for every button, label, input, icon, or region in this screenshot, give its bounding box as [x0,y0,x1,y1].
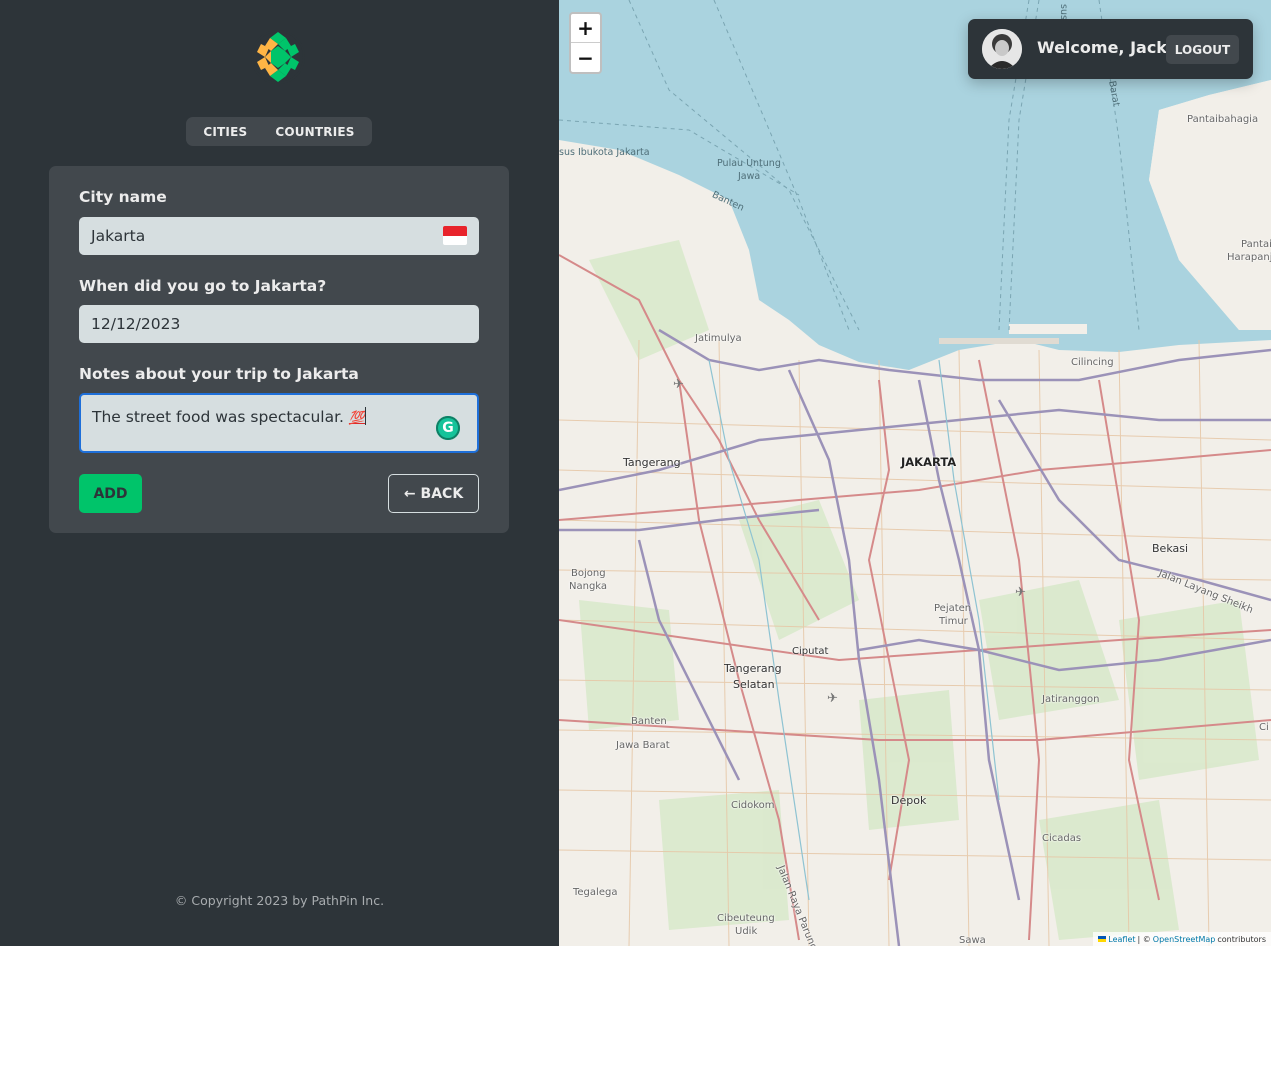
place-banten: Banten [631,716,667,727]
date-label: When did you go to Jakarta? [79,277,327,295]
back-button[interactable]: ← BACK [388,474,479,513]
place-cilincing: Cilincing [1071,357,1114,368]
text-caret [365,407,367,425]
grammarly-icon[interactable]: G [436,416,460,440]
welcome-text: Welcome, Jack [1037,38,1167,57]
attribution-separator: | © [1137,934,1151,944]
map-container[interactable]: ✈ ✈ ✈ JAKARTA Tangerang Bekasi Depok Cip… [559,0,1271,946]
back-button-label: BACK [420,485,464,502]
app-root: CITIES COUNTRIES City name Jakarta When … [0,0,1271,946]
pathpin-logo[interactable] [251,30,305,84]
avatar [982,29,1022,69]
notes-value: The street food was spectacular. [92,408,349,426]
date-input[interactable]: 12/12/2023 [79,305,479,343]
place-jakarta: JAKARTA [901,455,957,469]
place-cibeuteung-2: Udik [735,926,758,937]
place-bojong-1: Bojong [571,568,606,579]
place-pulau-untung-1: Pulau Untung [717,158,781,169]
place-bekasi: Bekasi [1152,542,1189,555]
sidebar: CITIES COUNTRIES City name Jakarta When … [0,0,559,946]
copyright-text: © Copyright 2023 by PathPin Inc. [174,893,385,908]
zoom-in-button[interactable]: + [571,14,600,43]
logout-button[interactable]: LOGOUT [1166,35,1239,64]
place-jatiranggon: Jatiranggon [1042,694,1100,705]
place-bojong-2: Nangka [569,581,608,592]
place-ci: Ci [1259,722,1269,733]
place-pantai-harapan-2: Harapanj [1227,252,1271,263]
city-name-value: Jakarta [91,227,146,245]
hundred-points-icon: 💯 [348,411,366,426]
add-city-form: City name Jakarta When did you go to Jak… [49,166,509,533]
svg-text:✈: ✈ [827,691,838,706]
city-country-toggle: CITIES COUNTRIES [186,117,372,146]
place-sawa: Sawa [959,935,986,946]
place-ciputat: Ciputat [792,646,829,657]
place-pejaten-1: Pejaten [934,603,972,614]
svg-text:✈: ✈ [673,377,684,392]
city-name-input[interactable]: Jakarta [79,217,479,255]
place-pejaten-2: Timur [939,616,968,627]
indonesia-flag-icon [443,226,467,245]
map-attribution: Leaflet | © OpenStreetMap contributors [1093,932,1271,946]
ukraine-flag-icon [1098,936,1107,942]
notes-label: Notes about your trip to Jakarta [79,365,359,383]
back-arrow-icon: ← [403,485,416,502]
zoom-out-button[interactable]: − [571,43,600,72]
notes-textarea[interactable]: The street food was spectacular. 💯 G [79,393,479,453]
place-ibukota: sus Ibukota Jakarta [559,147,650,158]
user-card: Welcome, Jack LOGOUT [968,19,1253,79]
osm-link[interactable]: OpenStreetMap [1153,935,1216,944]
leaflet-link[interactable]: Leaflet [1108,935,1135,944]
date-value: 12/12/2023 [91,315,181,333]
place-cidokom: Cidokom [731,800,775,811]
add-button[interactable]: ADD [79,474,142,513]
tab-cities[interactable]: CITIES [193,125,265,139]
place-sus: sus [1058,4,1069,20]
place-depok: Depok [891,794,927,807]
city-name-label: City name [79,188,167,206]
place-tegalega: Tegalega [573,887,618,898]
place-jatimulya: Jatimulya [695,333,742,344]
tab-countries[interactable]: COUNTRIES [265,125,364,139]
map-zoom-control: + − [569,12,602,74]
place-jawa-barat: Jawa Barat [616,740,670,751]
place-tangerang-selatan-2: Selatan [733,678,775,691]
place-cibeuteung-1: Cibeuteung [717,913,775,924]
place-cicadas: Cicadas [1042,833,1082,844]
place-pantai-harapan-1: Pantai [1241,239,1271,250]
attribution-contributors: contributors [1217,934,1266,944]
place-pantaibahagia: Pantaibahagia [1187,114,1259,125]
place-tangerang: Tangerang [623,456,681,469]
place-pulau-untung-2: Jawa [738,171,761,182]
place-tangerang-selatan-1: Tangerang [724,662,782,675]
svg-text:✈: ✈ [1015,585,1026,600]
